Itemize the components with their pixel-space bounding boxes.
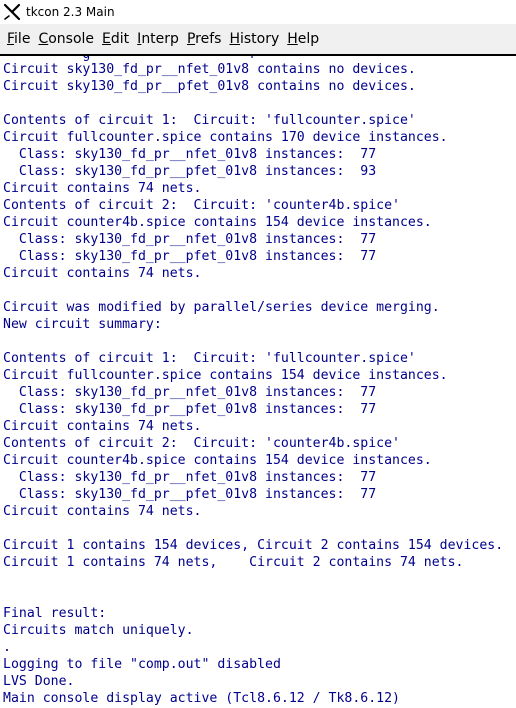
menu-prefs-label: refs bbox=[195, 31, 222, 47]
menu-interp[interactable]: Interp bbox=[133, 24, 183, 54]
window-title: tkcon 2.3 Main bbox=[26, 5, 115, 19]
console-line: Circuit counter4b.spice contains 154 dev… bbox=[3, 215, 432, 230]
console-line: Circuit contains 74 nets. bbox=[3, 266, 202, 281]
console-line: Circuit sky130_fd_pr__pfet_01v8 contains… bbox=[3, 79, 416, 94]
console-line: Contents of circuit 2: Circuit: 'counter… bbox=[3, 198, 400, 213]
menu-prefs[interactable]: Prefs bbox=[183, 24, 226, 54]
console-line: Circuit contains 74 nets. bbox=[3, 181, 202, 196]
console-line: Class: sky130_fd_pr__nfet_01v8 instances… bbox=[3, 232, 377, 247]
menu-help[interactable]: Help bbox=[283, 24, 323, 54]
console-line: Circuit contains 74 nets. bbox=[3, 504, 202, 519]
console-line: Contents of circuit 2: Circuit: 'counter… bbox=[3, 436, 400, 451]
console-line: Circuit fullcounter.spice contains 154 d… bbox=[3, 368, 448, 383]
menu-edit-mnemonic: E bbox=[102, 31, 111, 47]
menu-console-label: onsole bbox=[48, 31, 95, 47]
console-line: Contents of circuit 1: Circuit: 'fullcou… bbox=[3, 113, 416, 128]
menu-edit-label: dit bbox=[110, 31, 130, 47]
console-line: Class: sky130_fd_pr__pfet_01v8 instances… bbox=[3, 402, 377, 417]
console-output[interactable]: g r Circuit sky130_fd_pr__nfet_01v8 cont… bbox=[0, 56, 516, 708]
tk-feather-x-icon bbox=[3, 3, 21, 21]
console-line: Circuit 1 contains 154 devices, Circuit … bbox=[3, 538, 504, 553]
console-line: Class: sky130_fd_pr__pfet_01v8 instances… bbox=[3, 164, 377, 179]
menu-edit[interactable]: Edit bbox=[98, 24, 133, 54]
console-line: Class: sky130_fd_pr__nfet_01v8 instances… bbox=[3, 470, 377, 485]
console-line: Circuit sky130_fd_pr__nfet_01v8 contains… bbox=[3, 62, 416, 77]
console-line: LVS Done. bbox=[3, 674, 75, 689]
console-line: Circuit fullcounter.spice contains 170 d… bbox=[3, 130, 448, 145]
menu-interp-label: nterp bbox=[141, 31, 179, 47]
menu-help-mnemonic: H bbox=[287, 31, 298, 47]
menu-help-label: elp bbox=[297, 31, 320, 47]
console-line: Circuit 1 contains 74 nets, Circuit 2 co… bbox=[3, 555, 464, 570]
menu-prefs-mnemonic: P bbox=[186, 31, 196, 47]
menu-history-label: istory bbox=[239, 31, 280, 47]
console-line: . bbox=[3, 640, 11, 655]
menu-file-mnemonic: F bbox=[7, 31, 15, 47]
menu-bar: File Console Edit Interp Prefs History H… bbox=[0, 24, 516, 54]
console-lines: Circuit sky130_fd_pr__nfet_01v8 contains… bbox=[3, 61, 503, 707]
console-line: Main console display active (Tcl8.6.12 /… bbox=[3, 691, 400, 706]
console-line: Class: sky130_fd_pr__nfet_01v8 instances… bbox=[3, 147, 377, 162]
console-line: Class: sky130_fd_pr__pfet_01v8 instances… bbox=[3, 249, 377, 264]
console-line: Circuit counter4b.spice contains 154 dev… bbox=[3, 453, 432, 468]
console-line: Logging to file "comp.out" disabled bbox=[3, 657, 281, 672]
menu-console-mnemonic: C bbox=[38, 31, 49, 47]
console-line: Class: sky130_fd_pr__nfet_01v8 instances… bbox=[3, 385, 377, 400]
console-line: Class: sky130_fd_pr__pfet_01v8 instances… bbox=[3, 487, 377, 502]
menu-history-mnemonic: H bbox=[229, 31, 240, 47]
console-line: Final result: bbox=[3, 606, 107, 621]
console-line: Circuits match uniquely. bbox=[3, 623, 194, 638]
console-line: Circuit contains 74 nets. bbox=[3, 419, 202, 434]
menu-console[interactable]: Console bbox=[34, 24, 98, 54]
menu-file-label: ile bbox=[14, 31, 31, 47]
tkcon-window: tkcon 2.3 Main File Console Edit Interp … bbox=[0, 0, 516, 708]
title-bar[interactable]: tkcon 2.3 Main bbox=[0, 0, 516, 24]
menu-file[interactable]: File bbox=[3, 24, 34, 54]
console-line: New circuit summary: bbox=[3, 317, 162, 332]
menu-history[interactable]: History bbox=[225, 24, 283, 54]
console-line: Circuit was modified by parallel/series … bbox=[3, 300, 440, 315]
console-line: Contents of circuit 1: Circuit: 'fullcou… bbox=[3, 351, 416, 366]
